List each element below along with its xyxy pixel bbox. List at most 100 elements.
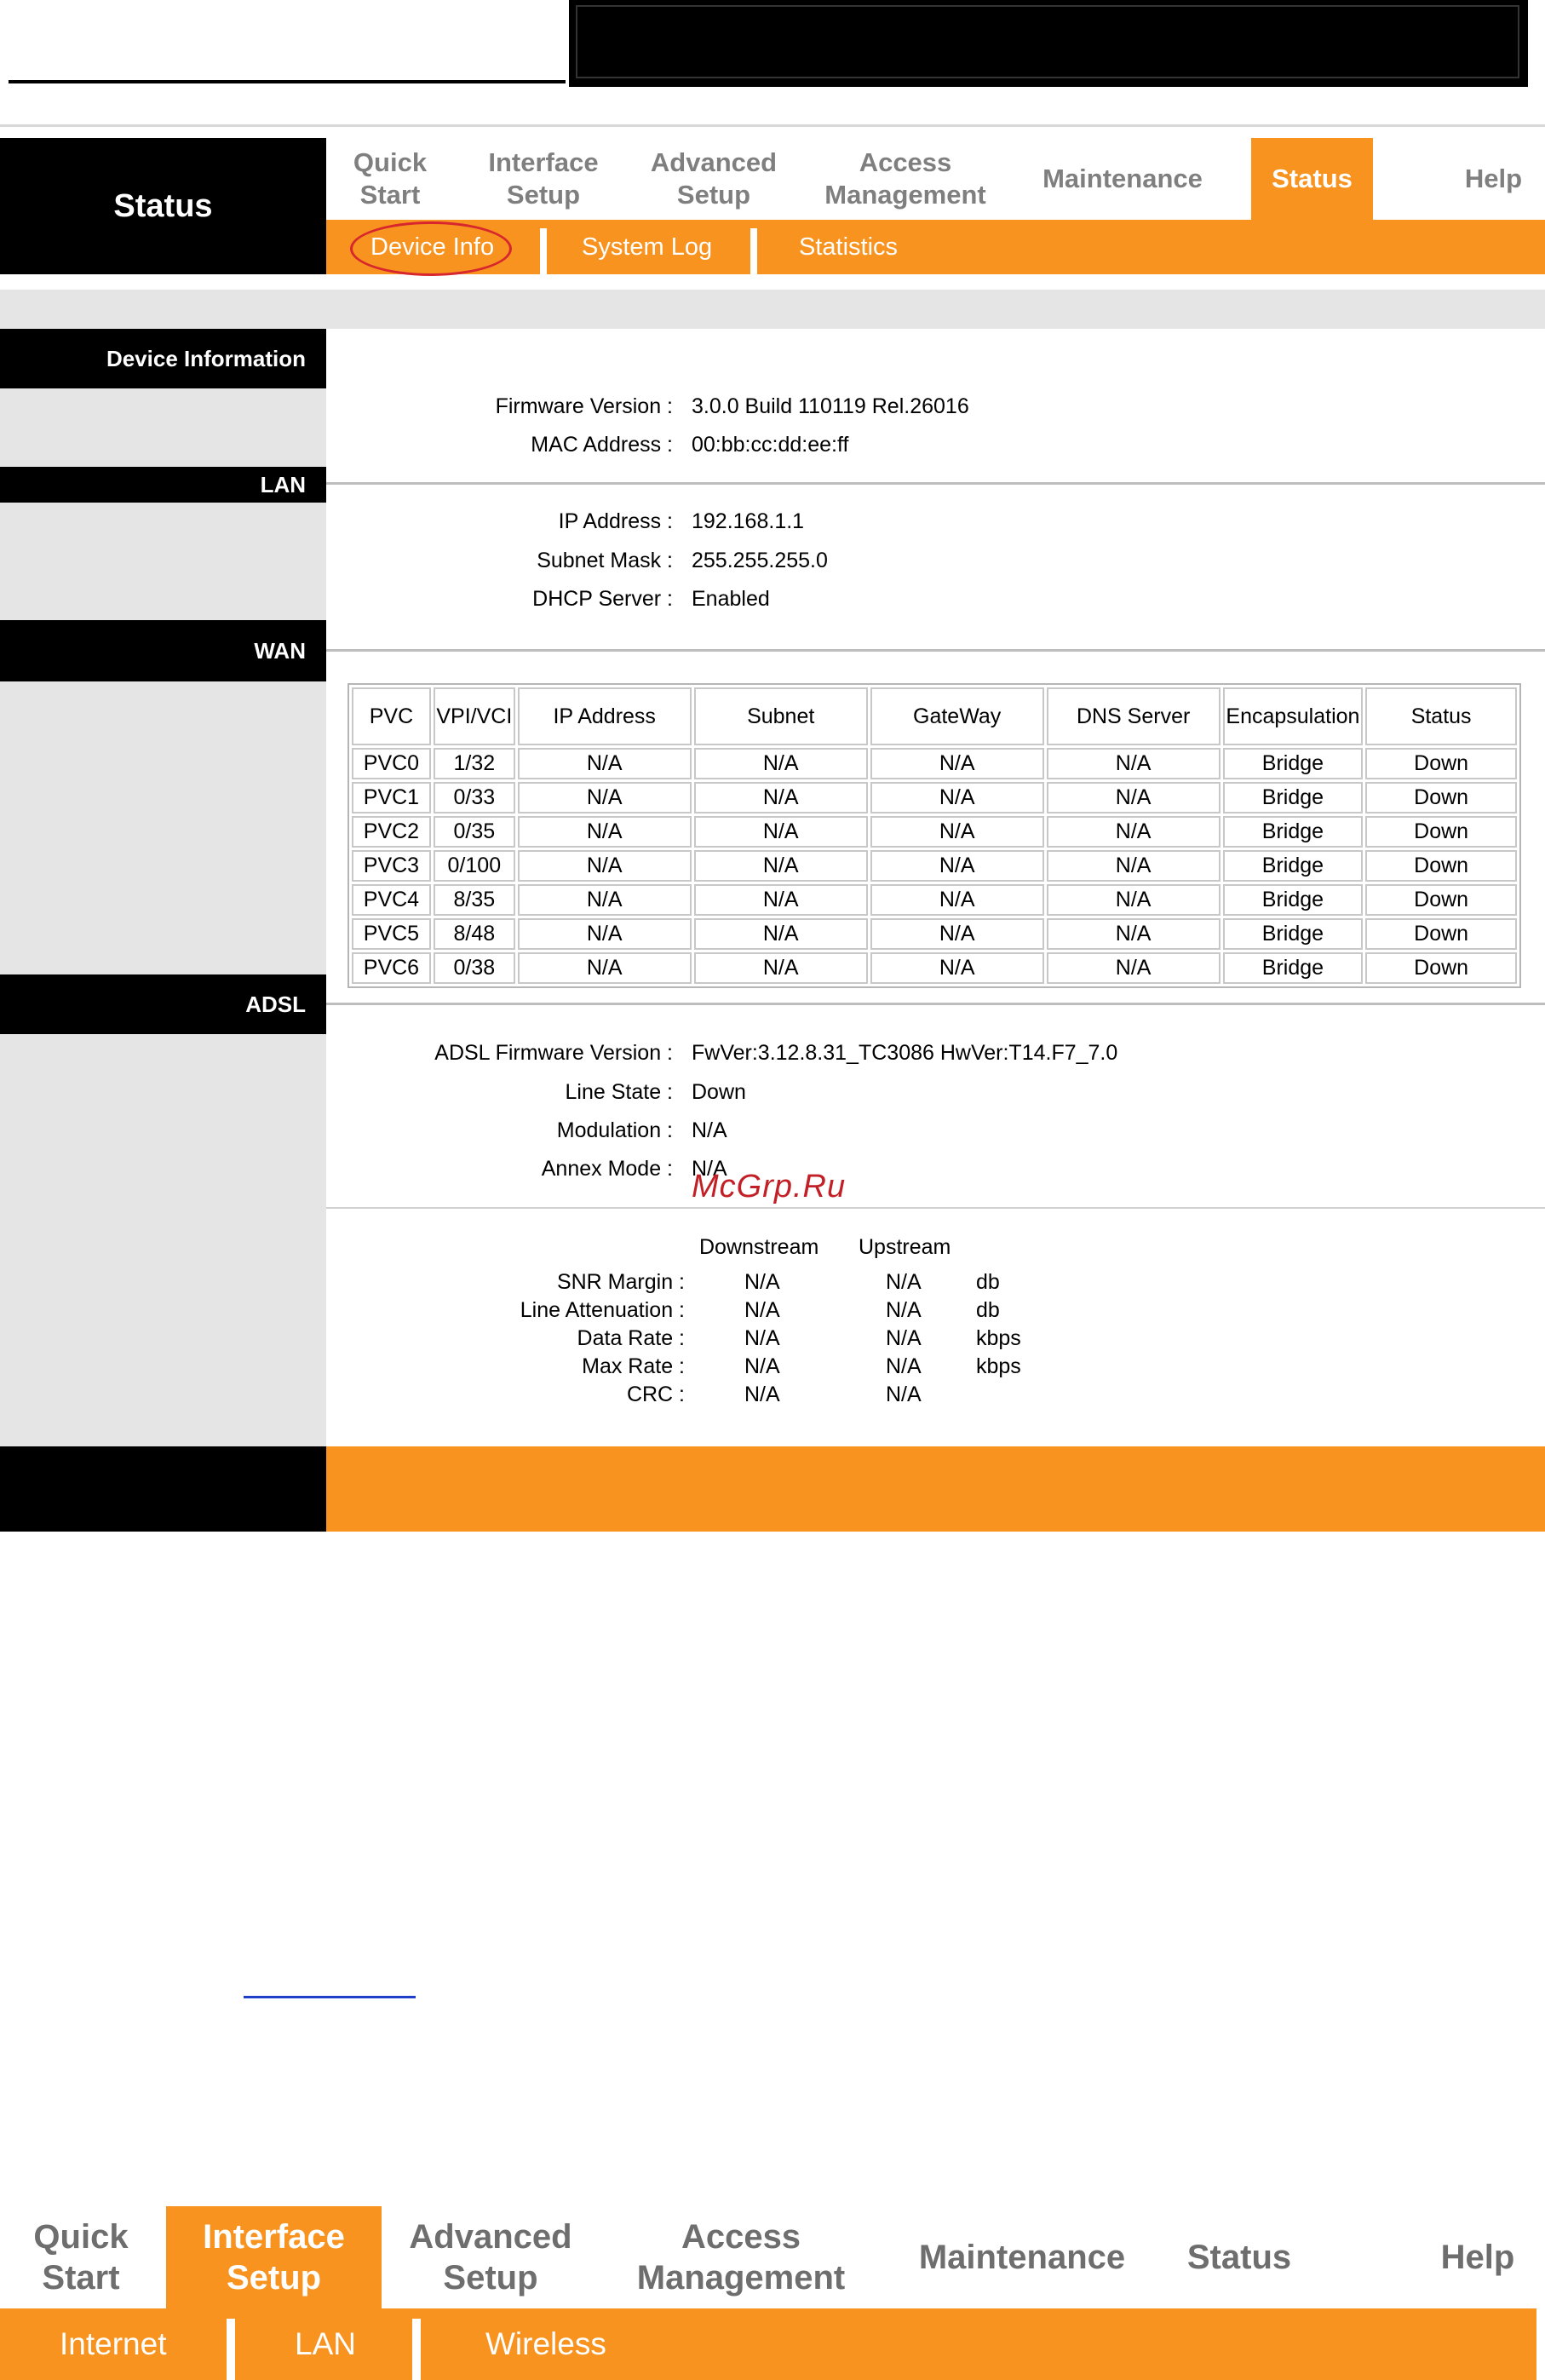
spacer-band bbox=[0, 290, 1545, 329]
column-header: DNS Server bbox=[1046, 687, 1220, 745]
table-cell: N/A bbox=[1046, 850, 1220, 882]
bottom-subnav-separator bbox=[227, 2319, 235, 2380]
table-cell: 8/35 bbox=[433, 884, 515, 916]
table-cell: N/A bbox=[870, 918, 1044, 950]
table-cell: PVC3 bbox=[352, 850, 431, 882]
snr-margin-unit: db bbox=[976, 1270, 1000, 1294]
bottom-nav-advanced-setup[interactable]: Advanced Setup bbox=[393, 2206, 588, 2308]
mac-address-value: 00:bb:cc:dd:ee:ff bbox=[692, 433, 849, 457]
data-rate-label: Data Rate : bbox=[577, 1326, 685, 1350]
footer-bar bbox=[326, 1446, 1545, 1532]
table-cell: 0/35 bbox=[433, 816, 515, 848]
subnet-mask-label: Subnet Mask : bbox=[537, 549, 673, 572]
crc-label: CRC : bbox=[626, 1383, 685, 1406]
annex-mode-label: Annex Mode : bbox=[541, 1157, 673, 1181]
bottom-nav-status[interactable]: Status bbox=[1171, 2206, 1307, 2308]
section-adsl: ADSL bbox=[0, 974, 326, 1034]
column-header: VPI/VCI bbox=[433, 687, 515, 745]
bottom-subnav-internet[interactable]: Internet bbox=[60, 2308, 166, 2380]
crc-up: N/A bbox=[886, 1383, 922, 1406]
nav-quick-start[interactable]: Quick Start bbox=[326, 138, 454, 220]
table-cell: N/A bbox=[517, 884, 692, 916]
table-row: PVC4 8/35 N/A N/A N/A N/A Bridge Down bbox=[352, 884, 1517, 916]
crc-down: N/A bbox=[744, 1383, 780, 1406]
column-header: Encapsulation bbox=[1222, 687, 1364, 745]
nav-interface-setup[interactable]: Interface Setup bbox=[475, 138, 612, 220]
subnav-separator bbox=[540, 228, 547, 274]
subnav-statistics[interactable]: Statistics bbox=[799, 220, 898, 274]
nav-access-management[interactable]: Access Management bbox=[812, 138, 999, 220]
table-cell: 1/32 bbox=[433, 748, 515, 779]
table-row: PVC6 0/38 N/A N/A N/A N/A Bridge Down bbox=[352, 952, 1517, 984]
section-lan: LAN bbox=[0, 467, 326, 503]
section-divider bbox=[326, 649, 1545, 652]
bottom-nav-maintenance[interactable]: Maintenance bbox=[903, 2206, 1141, 2308]
table-cell: N/A bbox=[693, 850, 868, 882]
modulation-value: N/A bbox=[692, 1118, 727, 1142]
table-cell: N/A bbox=[517, 918, 692, 950]
column-header: Status bbox=[1365, 687, 1517, 745]
line-attenuation-label: Line Attenuation : bbox=[520, 1298, 685, 1322]
bottom-subnav-lan[interactable]: LAN bbox=[295, 2308, 356, 2380]
bottom-nav-interface-setup[interactable]: Interface Setup bbox=[166, 2206, 382, 2308]
page-title: Status bbox=[0, 138, 326, 274]
table-cell: PVC6 bbox=[352, 952, 431, 984]
mac-address-label: MAC Address : bbox=[531, 433, 673, 457]
table-cell: Down bbox=[1365, 748, 1517, 779]
table-row: PVC0 1/32 N/A N/A N/A N/A Bridge Down bbox=[352, 748, 1517, 779]
table-cell: N/A bbox=[693, 918, 868, 950]
table-cell: N/A bbox=[870, 782, 1044, 813]
table-row: PVC1 0/33 N/A N/A N/A N/A Bridge Down bbox=[352, 782, 1517, 813]
wan-table: PVC VPI/VCI IP Address Subnet GateWay DN… bbox=[347, 683, 1521, 988]
nav-advanced-setup[interactable]: Advanced Setup bbox=[637, 138, 790, 220]
bottom-subnav-wireless[interactable]: Wireless bbox=[485, 2308, 606, 2380]
data-rate-down: N/A bbox=[744, 1326, 780, 1350]
table-cell: Bridge bbox=[1222, 782, 1364, 813]
nav-status[interactable]: Status bbox=[1251, 138, 1373, 220]
max-rate-down: N/A bbox=[744, 1354, 780, 1378]
snr-margin-down: N/A bbox=[744, 1270, 780, 1294]
subsection-divider bbox=[326, 1207, 1545, 1209]
table-cell: Bridge bbox=[1222, 952, 1364, 984]
table-cell: N/A bbox=[1046, 748, 1220, 779]
downstream-header: Downstream bbox=[699, 1235, 819, 1259]
table-header-row: PVC VPI/VCI IP Address Subnet GateWay DN… bbox=[352, 687, 1517, 745]
line-attenuation-up: N/A bbox=[886, 1298, 922, 1322]
table-cell: N/A bbox=[870, 748, 1044, 779]
table-cell: PVC2 bbox=[352, 816, 431, 848]
bottom-nav-help[interactable]: Help bbox=[1414, 2206, 1542, 2308]
header-underline bbox=[9, 80, 566, 83]
table-cell: N/A bbox=[517, 850, 692, 882]
footer-left bbox=[0, 1446, 326, 1532]
bottom-nav-quick-start[interactable]: Quick Start bbox=[0, 2206, 162, 2308]
section-divider bbox=[326, 482, 1545, 485]
section-device-information: Device Information bbox=[0, 329, 326, 388]
data-rate-up: N/A bbox=[886, 1326, 922, 1350]
table-cell: Bridge bbox=[1222, 748, 1364, 779]
subnav-system-log[interactable]: System Log bbox=[582, 220, 712, 274]
bottom-sub-nav: Internet LAN Wireless bbox=[0, 2308, 1536, 2380]
data-rate-unit: kbps bbox=[976, 1326, 1021, 1350]
ip-address-label: IP Address : bbox=[558, 509, 673, 533]
nav-maintenance[interactable]: Maintenance bbox=[1033, 138, 1212, 220]
table-cell: Down bbox=[1365, 918, 1517, 950]
table-cell: N/A bbox=[517, 952, 692, 984]
table-cell: N/A bbox=[1046, 918, 1220, 950]
table-cell: Bridge bbox=[1222, 850, 1364, 882]
bottom-nav-access-management[interactable]: Access Management bbox=[613, 2206, 869, 2308]
table-cell: N/A bbox=[870, 952, 1044, 984]
table-cell: N/A bbox=[517, 816, 692, 848]
table-cell: N/A bbox=[1046, 816, 1220, 848]
table-cell: N/A bbox=[693, 952, 868, 984]
adsl-firmware-value: FwVer:3.12.8.31_TC3086 HwVer:T14.F7_7.0 bbox=[692, 1041, 1118, 1065]
dhcp-server-label: DHCP Server : bbox=[532, 587, 673, 611]
column-header: Subnet bbox=[693, 687, 868, 745]
main-nav: Quick Start Interface Setup Advanced Set… bbox=[326, 138, 1545, 220]
table-cell: 0/33 bbox=[433, 782, 515, 813]
bottom-main-nav: Quick Start Interface Setup Advanced Set… bbox=[0, 2206, 1545, 2308]
table-cell: N/A bbox=[1046, 782, 1220, 813]
firmware-version-value: 3.0.0 Build 110119 Rel.26016 bbox=[692, 394, 969, 418]
nav-help[interactable]: Help bbox=[1442, 138, 1545, 220]
table-cell: N/A bbox=[870, 816, 1044, 848]
table-row: PVC5 8/48 N/A N/A N/A N/A Bridge Down bbox=[352, 918, 1517, 950]
